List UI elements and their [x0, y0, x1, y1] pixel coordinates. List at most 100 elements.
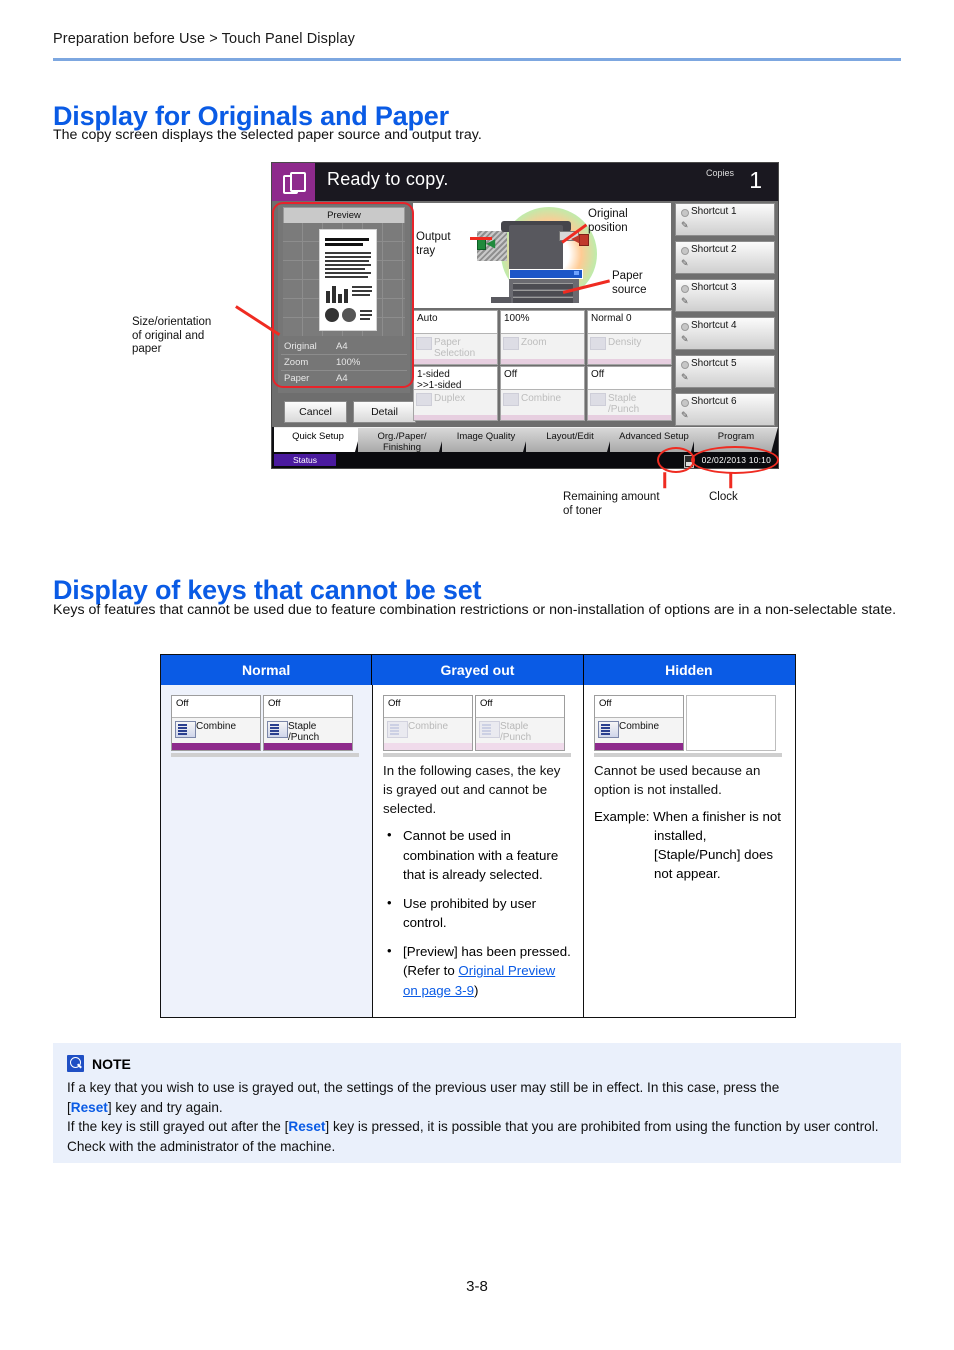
- tab-quick-setup[interactable]: Quick Setup: [274, 427, 362, 452]
- sample-key-label: Combine: [408, 721, 449, 732]
- key-states-table: Normal Grayed out Hidden Off Combine Off: [160, 654, 796, 1018]
- shortcut-button-2[interactable]: Shortcut 2 ✎: [675, 241, 775, 274]
- meta-value: A4: [336, 373, 348, 384]
- detail-button[interactable]: Detail: [353, 401, 416, 423]
- shortcut-button-6[interactable]: Shortcut 6 ✎: [675, 393, 775, 426]
- key-zoom[interactable]: 100% Zoom: [500, 310, 585, 365]
- sample-key-label: Staple /Punch: [500, 721, 532, 743]
- pencil-icon[interactable]: ✎: [681, 372, 689, 383]
- shortcut-button-1[interactable]: Shortcut 1 ✎: [675, 203, 775, 236]
- callout-remaining-toner: Remaining amount of toner: [563, 491, 660, 517]
- meta-value: A4: [336, 341, 348, 352]
- panel-body: Preview Original A4 Zoom 100% Paper A4 C…: [272, 201, 778, 427]
- machine-foot-graphic: [491, 297, 511, 303]
- note-icon: [67, 1055, 84, 1072]
- status-button[interactable]: Status: [274, 454, 336, 466]
- clock-highlight: [691, 446, 779, 474]
- page-number: 3-8: [466, 1278, 488, 1295]
- copies-value: 1: [749, 167, 762, 193]
- bullet-item-preview: [Preview] has been pressed. (Refer to Or…: [383, 941, 573, 1001]
- tab-image-quality[interactable]: Image Quality: [442, 427, 530, 452]
- meta-key: Paper: [284, 373, 310, 384]
- key-value: Off: [588, 367, 671, 390]
- table-header-row: Normal Grayed out Hidden: [161, 655, 795, 685]
- preview-grid: [283, 223, 405, 336]
- table-header-grayed-out: Grayed out: [372, 655, 584, 685]
- callout-clock: Clock: [709, 491, 738, 503]
- staple-punch-icon: [479, 721, 500, 738]
- key-label: Staple /Punch: [608, 393, 640, 415]
- output-tray-icon: [477, 239, 486, 250]
- sample-key-combine-normal[interactable]: Off Combine: [171, 695, 261, 751]
- pencil-icon[interactable]: ✎: [681, 296, 689, 307]
- note-line2-pre: If the key is still grayed out after the…: [67, 1119, 289, 1134]
- sample-key-value: Off: [595, 696, 683, 718]
- shortcut-dot-icon: [681, 361, 689, 369]
- sample-key-label: Combine: [196, 721, 237, 732]
- callout-size-orientation: Size/orientation of original and paper: [132, 316, 212, 355]
- note-box: NOTE If a key that you wish to use is gr…: [53, 1043, 901, 1163]
- key-value: 100%: [501, 311, 584, 334]
- pencil-icon[interactable]: ✎: [681, 258, 689, 269]
- key-paper-selection[interactable]: Auto Paper Selection: [413, 310, 498, 365]
- cancel-button[interactable]: Cancel: [284, 401, 347, 423]
- pencil-icon[interactable]: ✎: [681, 334, 689, 345]
- bullet-item: Cannot be used in combination with a fea…: [383, 825, 573, 885]
- key-label: Zoom: [521, 337, 547, 348]
- grayed-key-sample: Off Combine Off Staple /Punch: [383, 695, 573, 757]
- shortcut-dot-icon: [681, 247, 689, 255]
- callout-line-clock: [729, 472, 733, 489]
- shortcut-label: Shortcut 3: [691, 282, 737, 293]
- shortcut-label: Shortcut 6: [691, 396, 737, 407]
- meta-row: Original A4: [281, 339, 407, 355]
- sample-key-empty-slot: [686, 695, 776, 751]
- shortcut-button-3[interactable]: Shortcut 3 ✎: [675, 279, 775, 312]
- sample-key-combine-hidden[interactable]: Off Combine: [594, 695, 684, 751]
- preview-tab[interactable]: Preview: [283, 207, 405, 224]
- shortcut-dot-icon: [681, 399, 689, 407]
- meta-value: 100%: [336, 357, 361, 368]
- paper-source-indicator: [509, 269, 583, 279]
- refer-prefix: (Refer to: [403, 963, 459, 978]
- shortcut-dot-icon: [681, 209, 689, 217]
- table-body-row: Off Combine Off Staple /Punch Off Combin…: [161, 685, 795, 1017]
- status-message: Ready to copy.: [327, 169, 449, 189]
- sample-key-staple-punch-grayed: Off Staple /Punch: [475, 695, 565, 751]
- pencil-icon[interactable]: ✎: [681, 410, 689, 421]
- callout-output-tray: Output tray: [416, 231, 451, 257]
- breadcrumb: Preparation before Use > Touch Panel Dis…: [53, 31, 355, 47]
- touch-panel-figure: Ready to copy. Copies 1 Preview Original…: [271, 162, 779, 474]
- key-duplex[interactable]: 1-sided >>1-sided Duplex: [413, 366, 498, 421]
- shortcut-dot-icon: [681, 323, 689, 331]
- hidden-example: Example: When a finisher is not installe…: [594, 809, 781, 881]
- table-header-hidden: Hidden: [584, 655, 795, 685]
- panel-tab-bar: Quick Setup Org./Paper/ Finishing Image …: [272, 427, 778, 452]
- original-position-icon: [579, 234, 589, 246]
- key-density[interactable]: Normal 0 Density: [587, 310, 672, 365]
- shortcut-button-5[interactable]: Shortcut 5 ✎: [675, 355, 775, 388]
- tab-layout-edit[interactable]: Layout/Edit: [526, 427, 614, 452]
- combine-icon: [387, 721, 408, 738]
- pencil-icon[interactable]: ✎: [681, 220, 689, 231]
- grayed-out-description: In the following cases, the key is graye…: [383, 763, 561, 816]
- meta-row: Paper A4: [281, 371, 407, 387]
- panel-title-bar: Ready to copy. Copies 1: [272, 163, 778, 201]
- key-label: Paper Selection: [434, 337, 476, 359]
- key-value: Auto: [414, 311, 497, 334]
- sample-key-value: Off: [264, 696, 352, 718]
- key-label: Duplex: [434, 393, 466, 404]
- callout-line-remaining-toner: [663, 472, 667, 489]
- normal-key-sample: Off Combine Off Staple /Punch: [171, 695, 362, 757]
- key-staple-punch[interactable]: Off Staple /Punch: [587, 366, 672, 421]
- bullet-item: Use prohibited by user control.: [383, 893, 573, 933]
- table-cell-normal: Off Combine Off Staple /Punch: [161, 685, 373, 1017]
- shortcut-button-4[interactable]: Shortcut 4 ✎: [675, 317, 775, 350]
- table-cell-hidden: Off Combine Cannot be used because an op…: [584, 685, 795, 1017]
- key-label: Density: [608, 337, 642, 348]
- sample-key-staple-punch-normal[interactable]: Off Staple /Punch: [263, 695, 353, 751]
- tab-org-paper-finishing[interactable]: Org./Paper/ Finishing: [358, 427, 446, 452]
- output-arrow-icon: ◀: [486, 236, 496, 250]
- intro-originals-paper: The copy screen displays the selected pa…: [53, 127, 482, 143]
- callout-original-position: Original position: [588, 208, 628, 234]
- key-combine[interactable]: Off Combine: [500, 366, 585, 421]
